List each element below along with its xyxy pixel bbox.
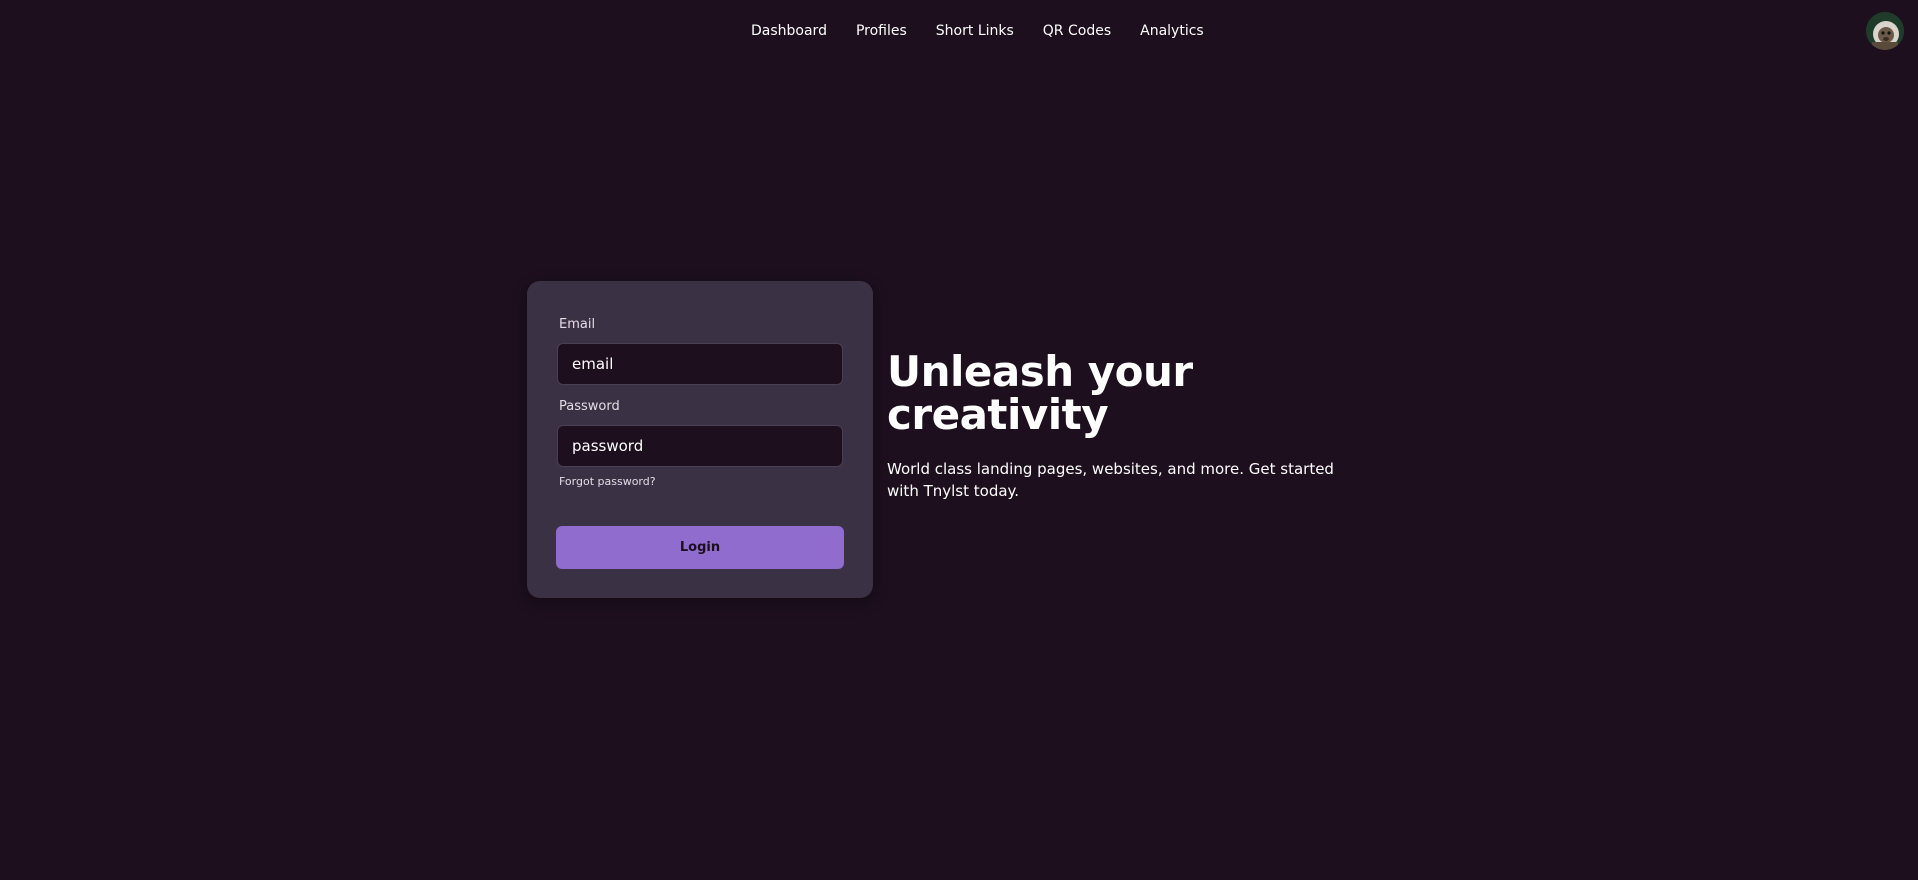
login-card: Email Password Forgot password? Login xyxy=(527,281,873,598)
nav-link-dashboard[interactable]: Dashboard xyxy=(751,22,827,40)
login-button[interactable]: Login xyxy=(556,526,844,569)
password-label: Password xyxy=(559,399,620,414)
avatar-icon xyxy=(1866,12,1904,50)
hero-section: Unleash your creativity World class land… xyxy=(887,350,1407,502)
forgot-password-link[interactable]: Forgot password? xyxy=(559,475,656,488)
nav-links: Dashboard Profiles Short Links QR Codes … xyxy=(751,22,1204,40)
hero-title: Unleash your creativity xyxy=(887,347,1193,439)
email-input[interactable] xyxy=(557,343,843,385)
user-avatar[interactable] xyxy=(1866,12,1904,50)
email-label: Email xyxy=(559,317,596,332)
nav-link-profiles[interactable]: Profiles xyxy=(856,22,907,40)
top-navigation: Dashboard Profiles Short Links QR Codes … xyxy=(0,0,1918,62)
nav-link-analytics[interactable]: Analytics xyxy=(1140,22,1204,40)
nav-link-short-links[interactable]: Short Links xyxy=(936,22,1014,40)
nav-link-qr-codes[interactable]: QR Codes xyxy=(1043,22,1111,40)
hero-subtitle: World class landing pages, websites, and… xyxy=(887,460,1334,500)
password-input[interactable] xyxy=(557,425,843,467)
page: Dashboard Profiles Short Links QR Codes … xyxy=(0,0,1918,880)
